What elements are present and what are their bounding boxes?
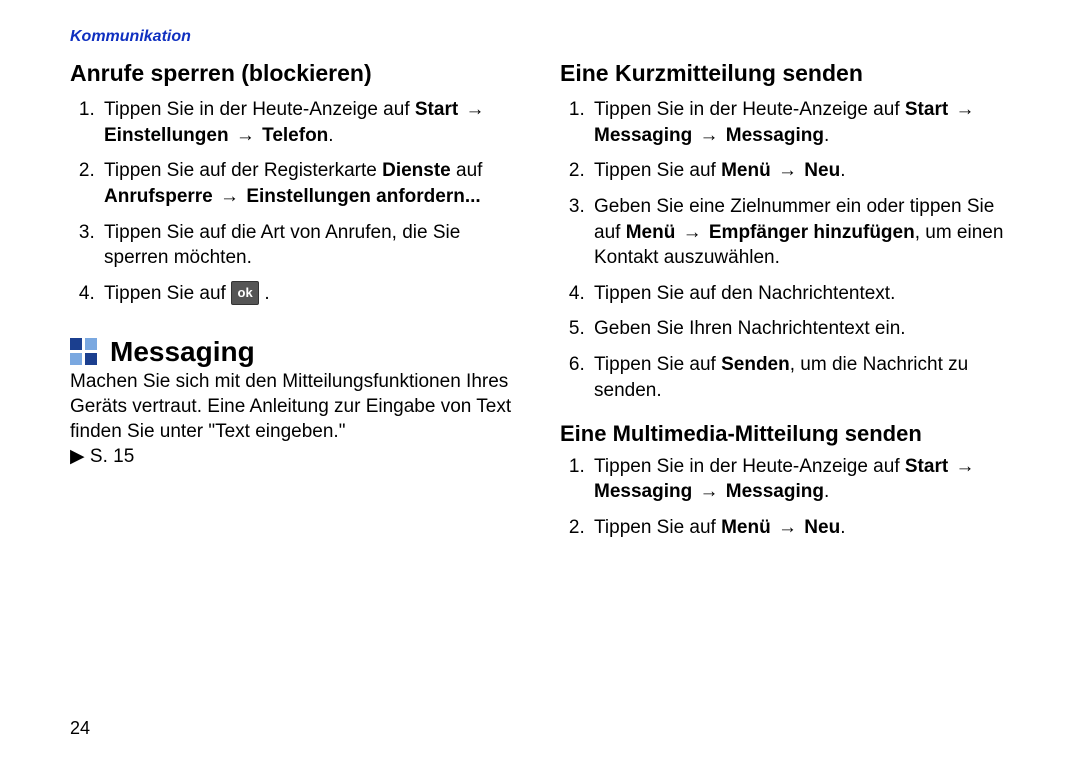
section-title-messaging: Messaging bbox=[70, 336, 520, 368]
path-settings: Einstellungen bbox=[104, 125, 229, 146]
steps-mms: Tippen Sie in der Heute-Anzeige auf Star… bbox=[560, 454, 1010, 541]
section-header: Kommunikation bbox=[70, 28, 1010, 46]
dot: . bbox=[824, 481, 829, 502]
sms-step-6: Tippen Sie auf Senden, um die Nachricht … bbox=[590, 352, 1010, 403]
messaging-intro: Machen Sie sich mit den Mitteilungsfunkt… bbox=[70, 370, 520, 469]
arrow-icon: → bbox=[699, 479, 718, 505]
title-text: Messaging bbox=[110, 336, 255, 368]
arrow-icon: → bbox=[699, 123, 718, 149]
step-2: Tippen Sie auf der Registerkarte Dienste… bbox=[100, 158, 520, 209]
page-ref: S. 15 bbox=[85, 446, 135, 467]
arrow-icon: → bbox=[683, 220, 702, 246]
path-start: Start bbox=[905, 456, 948, 477]
path-menu: Menü bbox=[721, 517, 771, 538]
text: Tippen Sie in der Heute-Anzeige auf bbox=[104, 99, 415, 120]
left-column: Anrufe sperren (blockieren) Tippen Sie i… bbox=[70, 60, 520, 551]
dot: . bbox=[328, 125, 333, 146]
ok-icon: ok bbox=[231, 281, 259, 305]
steps-sms: Tippen Sie in der Heute-Anzeige auf Star… bbox=[560, 97, 1010, 403]
path-messaging: Messaging bbox=[594, 125, 692, 146]
path-new: Neu bbox=[804, 160, 840, 181]
sms-step-5: Geben Sie Ihren Nachrichtentext ein. bbox=[590, 316, 1010, 342]
heading-block-calls: Anrufe sperren (blockieren) bbox=[70, 60, 520, 87]
path-messaging: Messaging bbox=[594, 481, 692, 502]
dot: . bbox=[264, 283, 269, 304]
page: Kommunikation Anrufe sperren (blockieren… bbox=[0, 0, 1080, 765]
arrow-icon: → bbox=[778, 515, 797, 541]
mms-step-2: Tippen Sie auf Menü → Neu. bbox=[590, 515, 1010, 541]
sms-step-3: Geben Sie eine Zielnummer ein oder tippe… bbox=[590, 194, 1010, 271]
path-phone: Telefon bbox=[262, 125, 328, 146]
pointer-icon: ▶ bbox=[70, 446, 85, 467]
dot: . bbox=[824, 125, 829, 146]
text: Machen Sie sich mit den Mitteilungsfunkt… bbox=[70, 371, 511, 441]
sms-step-1: Tippen Sie in der Heute-Anzeige auf Star… bbox=[590, 97, 1010, 148]
text: Tippen Sie auf bbox=[594, 160, 721, 181]
step-3: Tippen Sie auf die Art von Anrufen, die … bbox=[100, 220, 520, 271]
arrow-icon: → bbox=[236, 123, 255, 149]
text: Tippen Sie auf der Registerkarte bbox=[104, 160, 382, 181]
tab-services: Dienste bbox=[382, 160, 451, 181]
dot: . bbox=[840, 517, 845, 538]
path-menu: Menü bbox=[721, 160, 771, 181]
sms-step-4: Tippen Sie auf den Nachrichtentext. bbox=[590, 281, 1010, 307]
text: Tippen Sie auf bbox=[594, 517, 721, 538]
right-column: Eine Kurzmitteilung senden Tippen Sie in… bbox=[560, 60, 1010, 551]
text: Tippen Sie auf bbox=[104, 283, 231, 304]
path-messaging2: Messaging bbox=[726, 125, 824, 146]
text: auf bbox=[456, 160, 482, 181]
content-columns: Anrufe sperren (blockieren) Tippen Sie i… bbox=[70, 60, 1010, 551]
path-add-recipient: Empfänger hinzufügen bbox=[709, 222, 915, 243]
text: Tippen Sie auf bbox=[594, 354, 721, 375]
path-start: Start bbox=[905, 99, 948, 120]
path-send: Senden bbox=[721, 354, 790, 375]
grid-icon bbox=[70, 338, 98, 366]
text: Tippen Sie in der Heute-Anzeige auf bbox=[594, 99, 905, 120]
sms-step-2: Tippen Sie auf Menü → Neu. bbox=[590, 158, 1010, 184]
heading-sms: Eine Kurzmitteilung senden bbox=[560, 60, 1010, 87]
page-number: 24 bbox=[70, 718, 90, 739]
option-callblock: Anrufsperre bbox=[104, 186, 213, 207]
option-request: Einstellungen anfordern... bbox=[246, 186, 480, 207]
steps-block-calls: Tippen Sie in der Heute-Anzeige auf Star… bbox=[70, 97, 520, 306]
arrow-icon: → bbox=[465, 97, 484, 123]
path-start: Start bbox=[415, 99, 458, 120]
path-menu: Menü bbox=[626, 222, 676, 243]
dot: . bbox=[840, 160, 845, 181]
arrow-icon: → bbox=[220, 184, 239, 210]
path-messaging2: Messaging bbox=[726, 481, 824, 502]
path-new: Neu bbox=[804, 517, 840, 538]
mms-step-1: Tippen Sie in der Heute-Anzeige auf Star… bbox=[590, 454, 1010, 505]
step-4: Tippen Sie auf ok . bbox=[100, 281, 520, 307]
text: Tippen Sie in der Heute-Anzeige auf bbox=[594, 456, 905, 477]
arrow-icon: → bbox=[955, 97, 974, 123]
step-1: Tippen Sie in der Heute-Anzeige auf Star… bbox=[100, 97, 520, 148]
arrow-icon: → bbox=[778, 158, 797, 184]
arrow-icon: → bbox=[955, 454, 974, 480]
heading-mms: Eine Multimedia-Mitteilung senden bbox=[560, 421, 1010, 447]
